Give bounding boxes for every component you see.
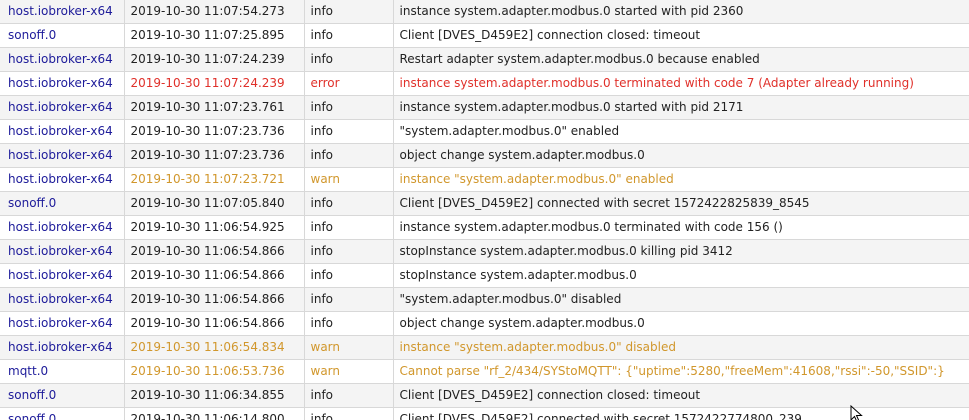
log-level-cell: warn xyxy=(304,167,394,192)
log-time-cell: 2019-10-30 11:06:54.834 xyxy=(124,335,305,360)
log-time-cell: 2019-10-30 11:07:05.840 xyxy=(124,191,305,216)
log-level-cell: warn xyxy=(304,335,394,360)
log-level-cell: info xyxy=(304,191,394,216)
log-row[interactable]: host.iobroker-x64 2019-10-30 11:07:24.239… xyxy=(0,47,969,72)
log-table-body: host.iobroker-x64 2019-10-30 11:07:54.273… xyxy=(0,0,969,420)
log-message-cell: stopInstance system.adapter.modbus.0 xyxy=(393,263,969,288)
log-source-cell: mqtt.0 xyxy=(0,359,125,384)
log-message-cell: instance "system.adapter.modbus.0" disab… xyxy=(393,335,969,360)
log-message-cell: Cannot parse "rf_2/434/SYStoMQTT": {"upt… xyxy=(393,359,969,384)
log-row[interactable]: host.iobroker-x64 2019-10-30 11:07:24.239… xyxy=(0,71,969,96)
log-row[interactable]: host.iobroker-x64 2019-10-30 11:06:54.866… xyxy=(0,311,969,336)
log-source-cell: sonoff.0 xyxy=(0,23,125,48)
log-time-cell: 2019-10-30 11:06:53.736 xyxy=(124,359,305,384)
log-message-cell: object change system.adapter.modbus.0 xyxy=(393,143,969,168)
log-source-cell: host.iobroker-x64 xyxy=(0,95,125,120)
log-message-cell: instance "system.adapter.modbus.0" enabl… xyxy=(393,167,969,192)
log-source-cell: host.iobroker-x64 xyxy=(0,167,125,192)
log-source-cell: host.iobroker-x64 xyxy=(0,71,125,96)
log-row[interactable]: host.iobroker-x64 2019-10-30 11:07:23.721… xyxy=(0,167,969,192)
log-time-cell: 2019-10-30 11:06:54.866 xyxy=(124,287,305,312)
log-message-cell: instance system.adapter.modbus.0 started… xyxy=(393,95,969,120)
log-level-cell: info xyxy=(304,95,394,120)
log-time-cell: 2019-10-30 11:07:23.736 xyxy=(124,143,305,168)
log-time-cell: 2019-10-30 11:07:25.895 xyxy=(124,23,305,48)
log-time-cell: 2019-10-30 11:06:14.800 xyxy=(124,407,305,420)
log-row[interactable]: host.iobroker-x64 2019-10-30 11:07:54.273… xyxy=(0,0,969,24)
log-source-cell: sonoff.0 xyxy=(0,191,125,216)
log-row[interactable]: mqtt.0 2019-10-30 11:06:53.736 warn Cannot … xyxy=(0,359,969,384)
log-level-cell: info xyxy=(304,143,394,168)
log-time-cell: 2019-10-30 11:07:23.721 xyxy=(124,167,305,192)
log-level-cell: error xyxy=(304,71,394,96)
log-row[interactable]: host.iobroker-x64 2019-10-30 11:06:54.925… xyxy=(0,215,969,240)
log-message-cell: instance system.adapter.modbus.0 termina… xyxy=(393,215,969,240)
log-time-cell: 2019-10-30 11:06:54.866 xyxy=(124,311,305,336)
log-view: host.iobroker-x64 2019-10-30 11:07:54.273… xyxy=(0,0,969,420)
log-level-cell: info xyxy=(304,0,394,24)
log-time-cell: 2019-10-30 11:06:34.855 xyxy=(124,383,305,408)
log-message-cell: object change system.adapter.modbus.0 xyxy=(393,311,969,336)
log-time-cell: 2019-10-30 11:06:54.866 xyxy=(124,239,305,264)
log-message-cell: Client [DVES_D459E2] connection closed: … xyxy=(393,23,969,48)
log-source-cell: host.iobroker-x64 xyxy=(0,119,125,144)
log-row[interactable]: host.iobroker-x64 2019-10-30 11:07:23.736… xyxy=(0,143,969,168)
log-source-cell: host.iobroker-x64 xyxy=(0,215,125,240)
log-source-cell: host.iobroker-x64 xyxy=(0,287,125,312)
log-level-cell: info xyxy=(304,239,394,264)
log-table: host.iobroker-x64 2019-10-30 11:07:54.273… xyxy=(0,0,969,420)
log-time-cell: 2019-10-30 11:06:54.925 xyxy=(124,215,305,240)
log-level-cell: info xyxy=(304,311,394,336)
log-source-cell: host.iobroker-x64 xyxy=(0,335,125,360)
log-time-cell: 2019-10-30 11:07:23.736 xyxy=(124,119,305,144)
log-message-cell: Client [DVES_D459E2] connected with secr… xyxy=(393,407,969,420)
log-row[interactable]: sonoff.0 2019-10-30 11:07:25.895 info Clien… xyxy=(0,23,969,48)
log-message-cell: instance system.adapter.modbus.0 termina… xyxy=(393,71,969,96)
log-source-cell: sonoff.0 xyxy=(0,383,125,408)
log-level-cell: info xyxy=(304,47,394,72)
log-message-cell: instance system.adapter.modbus.0 started… xyxy=(393,0,969,24)
log-row[interactable]: host.iobroker-x64 2019-10-30 11:06:54.866… xyxy=(0,263,969,288)
log-message-cell: "system.adapter.modbus.0" enabled xyxy=(393,119,969,144)
log-row[interactable]: host.iobroker-x64 2019-10-30 11:06:54.834… xyxy=(0,335,969,360)
log-level-cell: info xyxy=(304,383,394,408)
log-level-cell: info xyxy=(304,263,394,288)
log-row[interactable]: sonoff.0 2019-10-30 11:06:14.800 info Clien… xyxy=(0,407,969,420)
log-level-cell: info xyxy=(304,215,394,240)
log-row[interactable]: host.iobroker-x64 2019-10-30 11:07:23.761… xyxy=(0,95,969,120)
log-message-cell: stopInstance system.adapter.modbus.0 kil… xyxy=(393,239,969,264)
log-row[interactable]: host.iobroker-x64 2019-10-30 11:07:23.736… xyxy=(0,119,969,144)
log-source-cell: host.iobroker-x64 xyxy=(0,0,125,24)
log-row[interactable]: sonoff.0 2019-10-30 11:07:05.840 info Clien… xyxy=(0,191,969,216)
log-level-cell: info xyxy=(304,287,394,312)
log-source-cell: host.iobroker-x64 xyxy=(0,263,125,288)
log-level-cell: info xyxy=(304,407,394,420)
log-time-cell: 2019-10-30 11:07:24.239 xyxy=(124,47,305,72)
log-message-cell: Client [DVES_D459E2] connected with secr… xyxy=(393,191,969,216)
log-source-cell: host.iobroker-x64 xyxy=(0,239,125,264)
log-message-cell: "system.adapter.modbus.0" disabled xyxy=(393,287,969,312)
log-time-cell: 2019-10-30 11:07:24.239 xyxy=(124,71,305,96)
log-row[interactable]: host.iobroker-x64 2019-10-30 11:06:54.866… xyxy=(0,239,969,264)
log-message-cell: Client [DVES_D459E2] connection closed: … xyxy=(393,383,969,408)
log-time-cell: 2019-10-30 11:07:54.273 xyxy=(124,0,305,24)
log-level-cell: info xyxy=(304,119,394,144)
log-source-cell: host.iobroker-x64 xyxy=(0,143,125,168)
log-row[interactable]: host.iobroker-x64 2019-10-30 11:06:54.866… xyxy=(0,287,969,312)
log-level-cell: warn xyxy=(304,359,394,384)
log-row[interactable]: sonoff.0 2019-10-30 11:06:34.855 info Clien… xyxy=(0,383,969,408)
log-time-cell: 2019-10-30 11:06:54.866 xyxy=(124,263,305,288)
mouse-pointer-icon xyxy=(850,405,863,420)
log-time-cell: 2019-10-30 11:07:23.761 xyxy=(124,95,305,120)
log-level-cell: info xyxy=(304,23,394,48)
log-message-cell: Restart adapter system.adapter.modbus.0 … xyxy=(393,47,969,72)
log-source-cell: host.iobroker-x64 xyxy=(0,311,125,336)
log-source-cell: sonoff.0 xyxy=(0,407,125,420)
log-source-cell: host.iobroker-x64 xyxy=(0,47,125,72)
